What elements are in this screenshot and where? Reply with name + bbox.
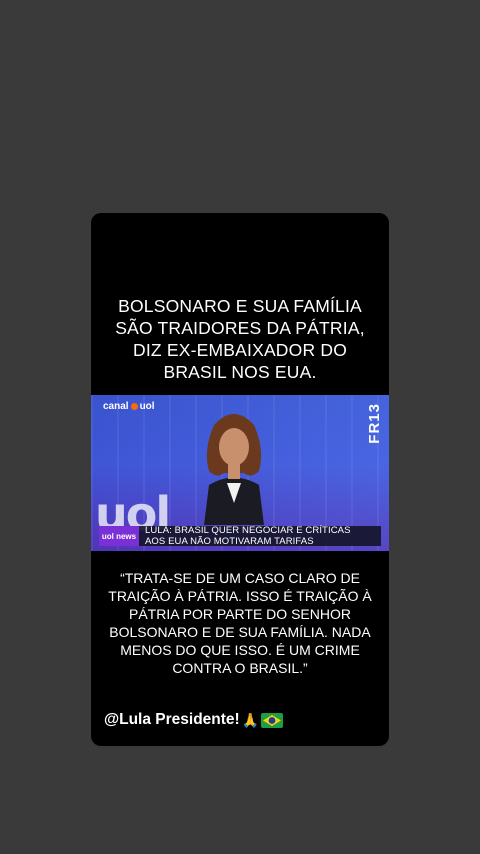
lower-third: uol news LULA: BRASIL QUER NEGOCIAR E CR… xyxy=(99,525,381,547)
headline: BOLSONARO E SUA FAMÍLIA SÃO TRAIDORES DA… xyxy=(115,296,365,382)
corner-tag: FR13 xyxy=(366,403,383,444)
channel-logo-text: canal xyxy=(103,401,129,412)
video-frame[interactable]: uol canal uol FR13 uol news LULA: BRASIL… xyxy=(91,395,389,551)
story-card: BOLSONARO E SUA FAMÍLIA SÃO TRAIDORES DA… xyxy=(91,213,389,746)
folded-hands-icon: 🙏 xyxy=(241,711,260,728)
channel-logo: canal uol xyxy=(103,401,155,412)
quote-text: “TRATA-SE DE UM CASO CLARO DE TRAIÇÃO À … xyxy=(108,570,372,676)
lower-third-text: LULA: BRASIL QUER NEGOCIAR E CRÍTICAS AO… xyxy=(145,525,351,547)
uol-news-badge: uol news xyxy=(99,526,139,546)
channel-logo-suffix: uol xyxy=(139,401,155,412)
logo-dot-icon xyxy=(130,403,138,410)
handle-text: @Lula Presidente! xyxy=(104,711,240,728)
brazil-flag-icon xyxy=(261,712,284,728)
presenter-figure xyxy=(204,414,264,525)
handle-line[interactable]: @Lula Presidente! 🙏 xyxy=(104,711,284,729)
